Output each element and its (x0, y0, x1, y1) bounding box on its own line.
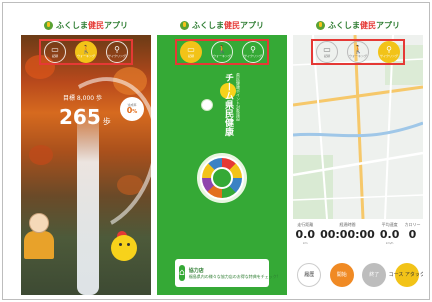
stat-calories: カロリー 0 (404, 222, 421, 241)
walking-screen: ふくしま健民アプリ ▭ 記録 🚶 ウォーキング ⚲ サイクリング 目標 8,000 歩… (21, 15, 151, 295)
card-screen: ふくしま健民アプリ ▭ 記録 🚶 ウォーキング ⚲ サイクリング チーム県民健康 県民… (157, 15, 287, 295)
mode-tab-walking[interactable]: 🚶 ウォーキング (347, 41, 369, 63)
mode-selector: ▭ 記録 🚶 ウォーキング ⚲ サイクリング (175, 39, 269, 65)
coupon-title: 協力店 (188, 267, 204, 274)
app-title: ふくしま健民アプリ (328, 20, 400, 30)
app-logo-icon (180, 20, 189, 30)
stat-average-speed: 平均速度 0.0 km/h (379, 222, 400, 245)
card-subtitle: 県民健康ポイント対象施設 (236, 73, 241, 121)
chick-mascot (107, 231, 139, 263)
bicycle-icon: ⚲ (386, 45, 392, 54)
mode-tab-cycling[interactable]: ⚲ サイクリング (242, 41, 264, 63)
card-icon: ▭ (323, 45, 331, 54)
ride-stats: 走行距離 0.0 km 経過時間 00:00:00 平均速度 0.0 km/h カロリー 0 (293, 219, 423, 255)
course-attack-button[interactable]: コース アタック (389, 263, 423, 287)
mode-tab-record[interactable]: ▭ 記録 (316, 41, 338, 63)
app-logo-icon (316, 20, 325, 30)
walk-icon: 🚶 (81, 45, 91, 54)
card-icon: ▭ (51, 45, 59, 54)
walk-icon: 🚶 (217, 45, 227, 54)
ride-actions: 履歴 開始 終了 コース アタック (293, 255, 423, 295)
mode-tab-record[interactable]: ▭ 記録 (180, 41, 202, 63)
partner-store-banner[interactable]: ⌂ 協力店 福島県内の様々な協力店のお得な特典をチェック! (175, 259, 278, 287)
mode-tab-cycling[interactable]: ⚲ サイクリング (378, 41, 400, 63)
app-header: ふくしま健民アプリ (293, 15, 423, 35)
app-title: ふくしま健民アプリ (192, 20, 264, 30)
bicycle-icon: ⚲ (250, 45, 256, 54)
health-emblem-icon (197, 153, 247, 203)
card-hole (201, 99, 213, 111)
mode-selector: ▭ 記録 🚶 ウォーキング ⚲ サイクリング (39, 39, 133, 65)
history-button[interactable]: 履歴 (297, 263, 322, 287)
start-button[interactable]: 開始 (329, 263, 354, 287)
stat-distance: 走行距離 0.0 km (295, 222, 316, 245)
coupon-text: 福島県内の様々な協力店のお得な特典をチェック! (188, 273, 279, 279)
mode-tab-cycling[interactable]: ⚲ サイクリング (106, 41, 128, 63)
step-goal: 目標 8,000 歩 (63, 95, 102, 102)
walk-icon: 🚶 (353, 45, 363, 54)
screenshot-frame: ふくしま健民アプリ ▭ 記録 🚶 ウォーキング ⚲ サイクリング 目標 8,000 歩… (2, 2, 430, 300)
stat-elapsed-time: 経過時間 00:00:00 (320, 222, 375, 241)
store-icon: ⌂ (179, 265, 185, 281)
app-header: ふくしま健民アプリ (21, 15, 151, 35)
card-icon: ▭ (187, 45, 195, 54)
bicycle-icon: ⚲ (114, 45, 120, 54)
card-title: チーム県民健康 (223, 73, 233, 136)
app-logo-icon (44, 20, 53, 30)
app-title: ふくしま健民アプリ (56, 20, 128, 30)
mode-tab-record[interactable]: ▭ 記録 (44, 41, 66, 63)
end-button[interactable]: 終了 (362, 263, 387, 287)
mode-tab-walking[interactable]: 🚶 ウォーキング (211, 41, 233, 63)
app-header: ふくしま健民アプリ (157, 15, 287, 35)
step-count: 265 歩 (59, 105, 111, 129)
mode-tab-walking[interactable]: 🚶 ウォーキング (75, 41, 97, 63)
monk-character (23, 213, 54, 259)
cycling-screen: ふくしま健民アプリ ▭ 記録 🚶 ウォーキング ⚲ サイクリング 走行距離 0.… (293, 15, 423, 295)
achievement-badge: 達成率 0% (120, 97, 144, 121)
mode-selector: ▭ 記録 🚶 ウォーキング ⚲ サイクリング (311, 39, 405, 65)
